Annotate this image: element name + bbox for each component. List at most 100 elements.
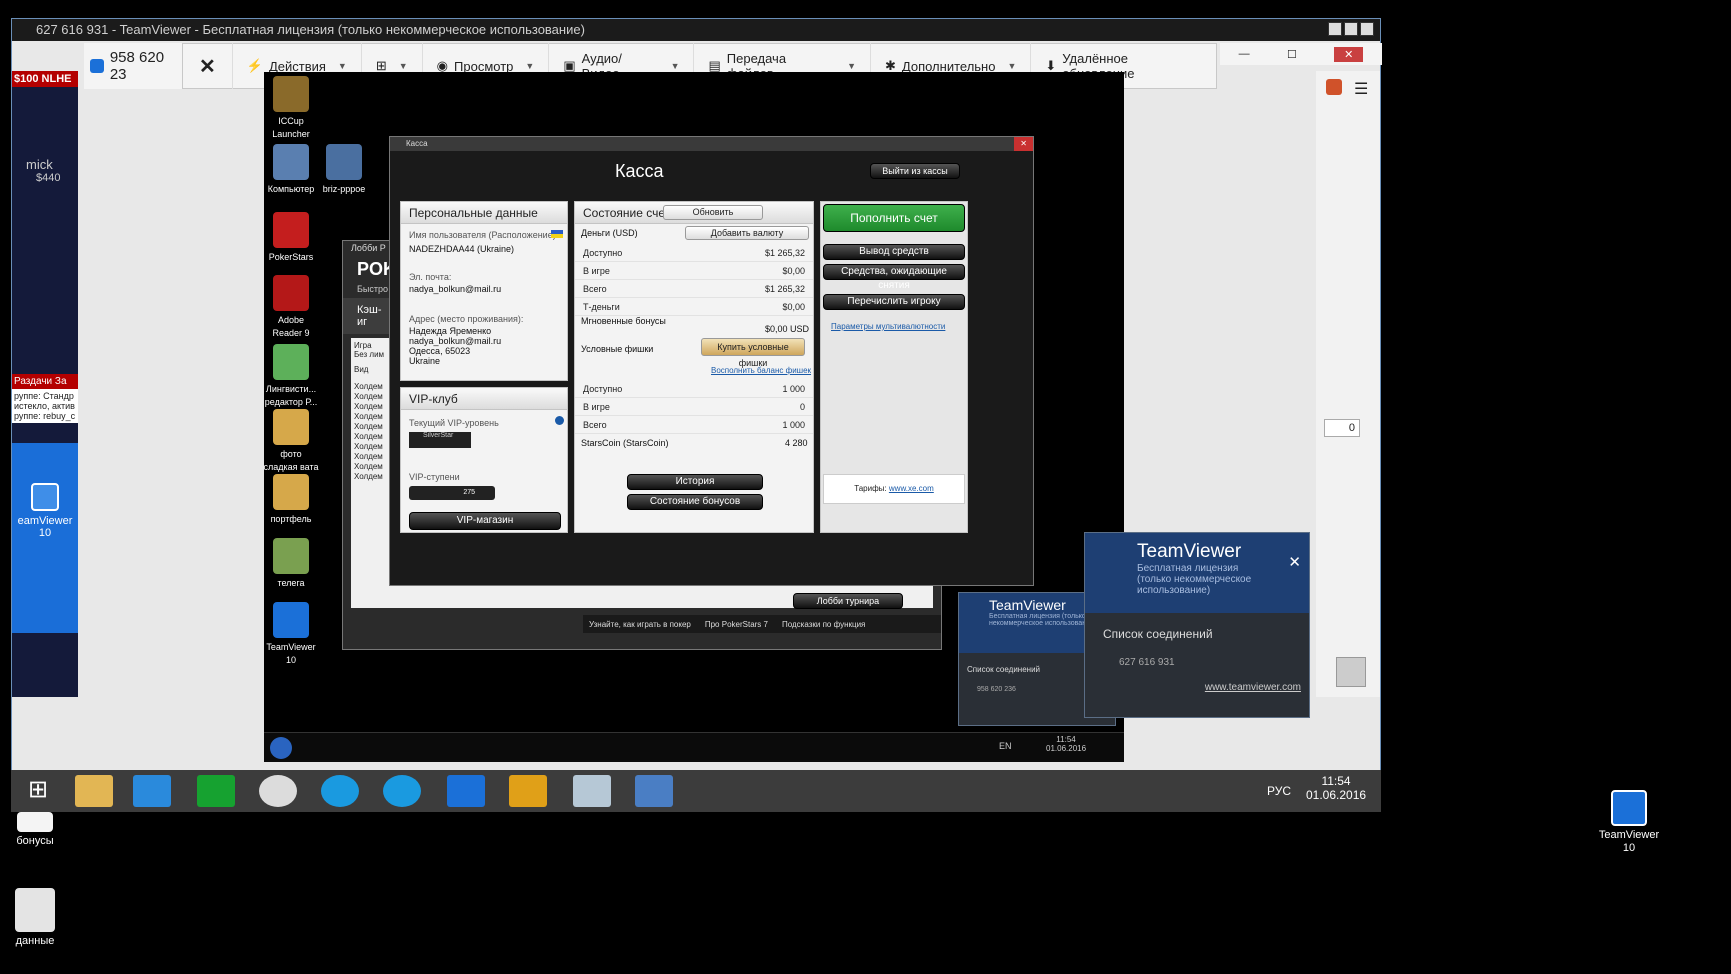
learn-poker-link[interactable]: Узнайте, как играть в покер	[589, 620, 691, 629]
vip-panel: VIP-клуб Текущий VIP-уровень SilverStar …	[400, 387, 568, 533]
refresh-button[interactable]: Обновить	[663, 205, 763, 220]
briz-pppoe-icon[interactable]: briz-pppoe	[309, 144, 379, 196]
minimize-icon[interactable]	[1328, 22, 1342, 36]
rates-link[interactable]: www.xe.com	[889, 484, 934, 493]
window-title: 627 616 931 - TeamViewer - Бесплатная ли…	[12, 19, 1380, 41]
history-button[interactable]: История	[627, 474, 763, 490]
chrome-icon[interactable]	[259, 775, 297, 807]
explorer-icon[interactable]	[75, 775, 113, 807]
teamviewer-icon[interactable]	[447, 775, 485, 807]
fill-balance-link[interactable]: Восполнить баланс фишек	[711, 366, 811, 375]
deposit-button[interactable]: Пополнить счет	[823, 204, 965, 232]
right-sidebar: ☰ 0	[1316, 71, 1380, 697]
host-lang[interactable]: РУС	[1267, 784, 1291, 798]
notepad-icon[interactable]	[573, 775, 611, 807]
strip-tabs[interactable]: Раздачи За	[12, 374, 78, 389]
host-data-icon[interactable]: данные	[0, 888, 70, 948]
close-icon[interactable]	[1360, 22, 1374, 36]
address-line: Одесса, 65023	[409, 346, 471, 356]
close-session-button[interactable]: ✕	[183, 43, 233, 89]
cashier-titlebar: Касса ✕	[390, 137, 1033, 151]
icon-label: портфель	[270, 514, 312, 524]
remote-teamviewer-icon[interactable]: TeamViewer 10	[256, 602, 326, 667]
telega-folder-icon[interactable]: телега	[256, 538, 326, 590]
windows-start-icon[interactable]: ⊞	[19, 775, 57, 807]
ie-icon[interactable]	[133, 775, 171, 807]
store-icon[interactable]	[197, 775, 235, 807]
maximize-icon[interactable]: ☐	[1287, 48, 1297, 61]
host-bonuses-icon[interactable]: бонусы	[0, 812, 70, 848]
start-icon[interactable]	[270, 737, 292, 759]
hints-link[interactable]: Подсказки по функция	[782, 620, 865, 629]
lingvo-icon[interactable]: Лингвисти... редактор Р...	[256, 344, 326, 409]
row-value: 1 000	[782, 420, 805, 430]
money-rows: Доступно $1 265,32 В игре $0,00 Всего $1 265,…	[575, 244, 813, 316]
row-value: 1 000	[782, 384, 805, 394]
close-icon[interactable]: ✕	[1334, 46, 1364, 62]
portfolio-folder-icon[interactable]: портфель	[256, 474, 326, 526]
row-value: $0,00	[782, 302, 805, 312]
multicurrency-link[interactable]: Параметры мультивалютности	[831, 322, 945, 331]
vip-level-badge: SilverStar	[409, 432, 471, 448]
tv-peer[interactable]: 627 616 931	[1085, 649, 1309, 676]
panel-title: VIP-клуб	[401, 388, 567, 410]
info-icon[interactable]	[555, 416, 564, 425]
account-row: Доступно 1 000	[575, 380, 813, 398]
add-currency-button[interactable]: Добавить валюту	[685, 226, 809, 240]
remote-desktop: ICCup Launcher Компьютер briz-pppoe Poke…	[263, 72, 1310, 762]
tv-panel-big: TeamViewer Бесплатная лицензия (только н…	[1084, 532, 1310, 718]
adobe-reader-icon[interactable]: Adobe Reader 9	[256, 275, 326, 340]
address-line: Ukraine	[409, 356, 441, 366]
host-tv-shortcut[interactable]: eamViewer 10	[12, 443, 78, 633]
tv-license: Бесплатная лицензия (только некоммерческ…	[1137, 563, 1252, 596]
chevron-down-icon: ▼	[398, 61, 408, 71]
tournament-lobby-button[interactable]: Лобби турнира	[793, 593, 903, 609]
row-value: $1 265,32	[764, 284, 805, 294]
tv-site-link[interactable]: www.teamviewer.com	[1085, 676, 1309, 699]
tv-connections[interactable]: Список соединений	[1085, 613, 1309, 649]
count-field[interactable]: 0	[1324, 419, 1360, 437]
camera-icon[interactable]	[1326, 79, 1342, 95]
plus-app-icon[interactable]	[509, 775, 547, 807]
icon-label: данные	[15, 935, 55, 947]
remote-desktop-icon[interactable]	[635, 775, 673, 807]
vip-shop-button[interactable]: VIP-магазин	[409, 512, 561, 530]
remote-clock: 11:54 01.06.2016	[1046, 735, 1086, 753]
skype-icon[interactable]	[321, 775, 359, 807]
lang-indicator[interactable]: EN	[999, 741, 1012, 751]
close-icon[interactable]: ✕	[1288, 553, 1301, 571]
maximize-icon[interactable]	[1344, 22, 1358, 36]
account-row: В игре $0,00	[575, 262, 813, 280]
actions-panel: Пополнить счет Вывод средств Средства, о…	[820, 201, 968, 533]
bonus-state-button[interactable]: Состояние бонусов	[627, 494, 763, 510]
panel-title: Персональные данные	[401, 202, 567, 224]
remote-taskbar: EN 11:54 01.06.2016	[264, 732, 1124, 762]
pokerstars-icon[interactable]: PokerStars	[256, 212, 326, 264]
player-amount: $440	[36, 172, 61, 184]
transfer-button[interactable]: Перечислить игроку	[823, 294, 965, 310]
chevron-down-icon: ▼	[337, 61, 347, 71]
left-strip: $100 NLHE mick $440 Раздачи За руппе: Ст…	[12, 71, 78, 697]
session-tab[interactable]: 958 620 23	[84, 43, 184, 89]
avatar-icon[interactable]	[1336, 657, 1366, 687]
buy-chips-button[interactable]: Купить условные фишки	[701, 338, 805, 368]
close-icon[interactable]: ✕	[1014, 137, 1033, 151]
minimize-icon[interactable]: —	[1239, 48, 1250, 60]
withdraw-button[interactable]: Вывод средств	[823, 244, 965, 260]
photo-folder-icon[interactable]: фото сладкая вата	[256, 409, 326, 474]
iccup-icon[interactable]: ICCup Launcher	[256, 76, 326, 141]
bolt-icon: ⚡	[246, 58, 263, 73]
exit-cashier-button[interactable]: Выйти из кассы	[870, 163, 960, 179]
teamviewer-icon	[31, 483, 59, 511]
icon-label: бонусы	[16, 835, 54, 847]
about-pokerstars-link[interactable]: Про PokerStars 7	[705, 620, 768, 629]
skype2-icon[interactable]	[383, 775, 421, 807]
menu-icon[interactable]: ☰	[1354, 79, 1368, 99]
pending-withdrawals-button[interactable]: Средства, ожидающие снятия	[823, 264, 965, 291]
player-name: mick	[26, 157, 53, 172]
icon-label: фото сладкая вата	[263, 449, 319, 472]
address-line: Надежда Яременко	[409, 326, 492, 336]
address-label: Адрес (место проживания):	[409, 314, 524, 324]
icon-label: eamViewer 10	[17, 515, 73, 539]
host-teamviewer-icon[interactable]: TeamViewer 10	[1590, 790, 1668, 855]
